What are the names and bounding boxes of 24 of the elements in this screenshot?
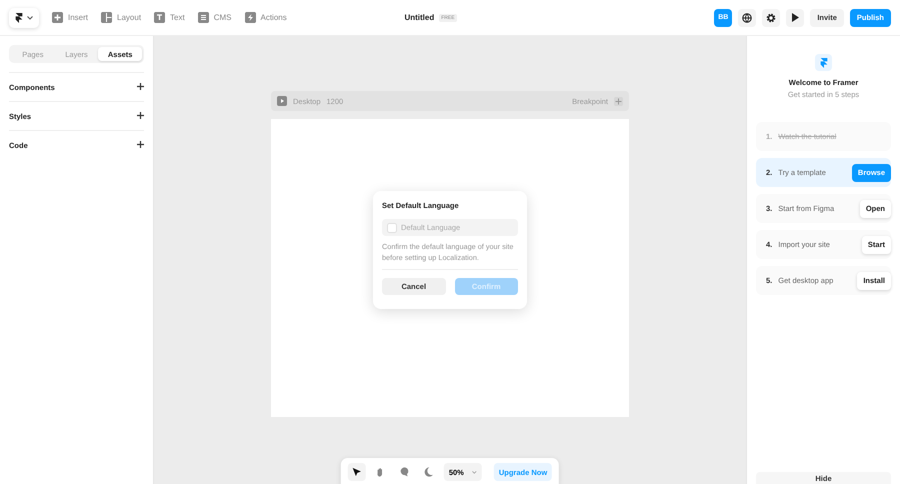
pointer-icon[interactable] <box>348 463 366 481</box>
add-icon[interactable] <box>137 110 144 122</box>
toolbar-menu-item[interactable]: Insert <box>52 12 88 23</box>
add-icon[interactable] <box>137 140 144 150</box>
add-icon[interactable] <box>137 82 144 92</box>
project-title: Untitled <box>404 13 434 22</box>
toolbar-menu-item[interactable]: Layout <box>101 12 142 23</box>
toolbar-menu-item[interactable]: Text <box>154 12 185 23</box>
chevron-icon <box>472 470 477 474</box>
play-icon[interactable] <box>786 8 804 26</box>
bolt-icon <box>244 12 256 23</box>
plus-icon <box>52 12 63 23</box>
toolbar-menu-item[interactable]: Actions <box>244 12 287 23</box>
chevron-icon <box>27 16 33 20</box>
logo-icon <box>15 12 23 22</box>
logo-icon <box>815 54 832 71</box>
checkbox-icon <box>387 222 397 232</box>
toolbar-menu-item[interactable]: CMS <box>198 12 232 23</box>
globe-icon[interactable] <box>738 8 756 26</box>
text-icon <box>154 12 166 23</box>
layout-icon <box>101 12 112 23</box>
cms-icon <box>198 12 209 23</box>
logo-menu-button[interactable] <box>9 8 39 28</box>
settings-icon[interactable] <box>762 8 780 26</box>
